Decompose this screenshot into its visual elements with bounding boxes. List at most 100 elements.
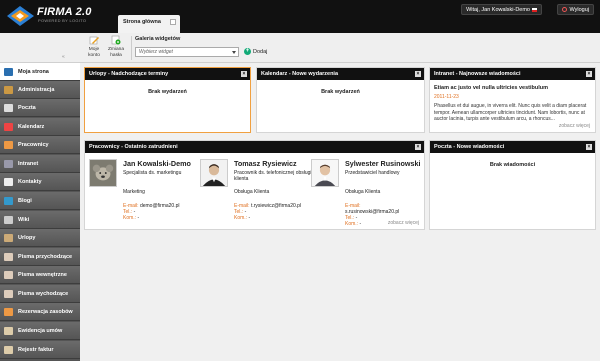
employee-photo[interactable] bbox=[200, 159, 228, 187]
news-excerpt: Phasellus et dui augue, in viverra elit.… bbox=[434, 103, 587, 122]
contacts-icon bbox=[4, 178, 13, 186]
widget-mail: Poczta - Nowe wiadomości × Brak wiadomośc… bbox=[429, 140, 596, 230]
sidebar-item-blogs[interactable]: Blogi bbox=[0, 192, 80, 210]
sidebar-item-incoming-letters[interactable]: Pisma przychodzące bbox=[0, 248, 80, 266]
top-bar: FIRMA 2.0 POWERED BY LOGITO Witaj, Jan K… bbox=[0, 0, 600, 33]
logo[interactable]: FIRMA 2.0 POWERED BY LOGITO bbox=[7, 5, 107, 27]
sidebar-item-administration[interactable]: Administracja bbox=[0, 81, 80, 99]
sidebar-item-contacts[interactable]: Kontakty bbox=[0, 173, 80, 191]
sidebar-item-mail[interactable]: Poczta bbox=[0, 99, 80, 117]
widget-intranet: Intranet - Najnowsze wiadomości × Etiam a… bbox=[429, 67, 596, 133]
plus-icon: + bbox=[244, 48, 251, 56]
people-icon bbox=[4, 141, 13, 149]
home-icon bbox=[4, 68, 13, 76]
internal-icon bbox=[4, 271, 13, 279]
sidebar-item-resource-booking[interactable]: Rezerwacja zasobów bbox=[0, 303, 80, 321]
sidebar: Moja strona Administracja Poczta Kalenda… bbox=[0, 63, 80, 361]
tab-close-icon[interactable] bbox=[170, 19, 176, 25]
user-greeting-button[interactable]: Witaj, Jan Kowalski-Demo bbox=[461, 4, 542, 15]
empty-message: Brak wydarzeń bbox=[321, 89, 360, 95]
employee-email[interactable]: demo@firma20.pl bbox=[140, 203, 180, 209]
power-icon bbox=[562, 7, 568, 13]
close-icon[interactable]: × bbox=[586, 71, 592, 77]
pencil-icon bbox=[89, 36, 99, 45]
news-title[interactable]: Etiam ac justo vel nulla ultricies vesti… bbox=[434, 85, 591, 91]
tab-label: Strona główna bbox=[123, 19, 161, 25]
wiki-icon bbox=[4, 216, 13, 224]
toolbar: « Moje konto Zmiana hasła Galeria widget… bbox=[0, 33, 600, 63]
sidebar-item-invoices[interactable]: Rejestr faktur bbox=[0, 341, 80, 359]
contracts-icon bbox=[4, 327, 13, 335]
employee-department: Obsługa Klienta bbox=[345, 189, 381, 195]
employee-position: Przedstawiciel handlowy bbox=[345, 170, 400, 176]
employee-card: Sylwester Rusinowski Przedstawiciel hand… bbox=[311, 159, 421, 249]
add-widget-button[interactable]: + Dodaj bbox=[244, 47, 267, 57]
invoices-icon bbox=[4, 346, 13, 354]
widget-title: Poczta - Nowe wiadomości bbox=[434, 144, 505, 150]
employee-card: Tomasz Rysiewicz Pracownik ds. telefonic… bbox=[200, 159, 312, 249]
sidebar-item-wiki[interactable]: Wiki bbox=[0, 211, 80, 229]
incoming-icon bbox=[4, 253, 13, 261]
widget-gallery-title: Galeria widgetów bbox=[135, 36, 181, 42]
sidebar-item-my-page[interactable]: Moja strona bbox=[0, 63, 80, 81]
calendar-icon bbox=[4, 123, 13, 131]
mail-icon bbox=[4, 104, 13, 112]
employee-photo[interactable] bbox=[89, 159, 117, 187]
widget-title: Kalendarz - Nowe wydarzenia bbox=[261, 71, 339, 77]
widget-header[interactable]: Urlopy - Nadchodzące terminy × bbox=[85, 68, 250, 80]
employee-department: Obsługa Klienta bbox=[234, 189, 270, 195]
employee-name[interactable]: Jan Kowalski-Demo bbox=[123, 159, 191, 168]
widget-calendar: Kalendarz - Nowe wydarzenia × Brak wydarz… bbox=[256, 67, 425, 133]
widget-header[interactable]: Kalendarz - Nowe wydarzenia × bbox=[257, 68, 424, 80]
employee-photo[interactable] bbox=[311, 159, 339, 187]
sidebar-item-contracts[interactable]: Ewidencja umów bbox=[0, 322, 80, 340]
close-icon[interactable]: × bbox=[241, 71, 247, 77]
employee-name[interactable]: Tomasz Rysiewicz bbox=[234, 159, 297, 168]
my-account-button[interactable]: Moje konto bbox=[84, 35, 104, 61]
logo-text: FIRMA 2.0 bbox=[37, 6, 92, 18]
employee-email[interactable]: s.rusinowski@firma20.pl bbox=[345, 209, 399, 215]
admin-icon bbox=[4, 86, 13, 94]
sidebar-item-internal-letters[interactable]: Pisma wewnętrzne bbox=[0, 266, 80, 284]
intranet-icon bbox=[4, 160, 13, 168]
sidebar-item-vacations[interactable]: Urlopy bbox=[0, 229, 80, 247]
sidebar-item-outgoing-letters[interactable]: Pisma wychodzące bbox=[0, 285, 80, 303]
outgoing-icon bbox=[4, 290, 13, 298]
tab-home[interactable]: Strona główna bbox=[118, 15, 180, 33]
blog-icon bbox=[4, 197, 13, 205]
employee-position: Pracownik ds. telefonicznej obsługi klie… bbox=[234, 170, 312, 182]
widget-title: Pracownicy - Ostatnio zatrudnieni bbox=[89, 144, 178, 150]
see-more-link[interactable]: zobacz więcej bbox=[388, 220, 419, 226]
see-more-link[interactable]: zobacz więcej bbox=[559, 123, 590, 129]
password-icon bbox=[111, 35, 121, 45]
user-greeting: Witaj, Jan Kowalski-Demo bbox=[466, 7, 530, 13]
widget-employees: Pracownicy - Ostatnio zatrudnieni × Jan K… bbox=[84, 140, 425, 230]
widget-header[interactable]: Pracownicy - Ostatnio zatrudnieni × bbox=[85, 141, 424, 153]
employee-email[interactable]: t.rysiewicz@firma20.pl bbox=[251, 203, 301, 209]
news-date: 2011-11-23 bbox=[434, 94, 459, 100]
widget-header[interactable]: Poczta - Nowe wiadomości × bbox=[430, 141, 595, 153]
employee-contact: E-mail: demo@firma20.pl Tel.: - Kom.: - bbox=[123, 203, 180, 221]
close-icon[interactable]: × bbox=[415, 144, 421, 150]
change-password-button[interactable]: Zmiana hasła bbox=[106, 35, 126, 61]
logo-mark-icon bbox=[7, 6, 34, 26]
logout-button[interactable]: Wyloguj bbox=[557, 4, 594, 15]
widget-select[interactable]: Wybierz widget bbox=[135, 47, 239, 57]
empty-message: Brak wiadomości bbox=[489, 162, 536, 168]
employee-position: Specjalista ds. marketingu bbox=[123, 170, 182, 176]
widget-select-value: Wybierz widget bbox=[139, 49, 173, 55]
collapse-sidebar-button[interactable]: « bbox=[62, 54, 65, 60]
employee-name[interactable]: Sylwester Rusinowski bbox=[345, 159, 421, 168]
sidebar-item-calendar[interactable]: Kalendarz bbox=[0, 118, 80, 136]
widget-title: Intranet - Najnowsze wiadomości bbox=[434, 71, 521, 77]
widget-header[interactable]: Intranet - Najnowsze wiadomości × bbox=[430, 68, 595, 80]
logout-label: Wyloguj bbox=[569, 7, 589, 13]
employee-card: Jan Kowalski-Demo Specjalista ds. market… bbox=[89, 159, 199, 249]
close-icon[interactable]: × bbox=[586, 144, 592, 150]
sidebar-item-intranet[interactable]: Intranet bbox=[0, 155, 80, 173]
chevron-down-icon bbox=[232, 51, 236, 54]
widget-vacations: Urlopy - Nadchodzące terminy × Brak wydar… bbox=[84, 67, 251, 133]
close-icon[interactable]: × bbox=[415, 71, 421, 77]
widget-title: Urlopy - Nadchodzące terminy bbox=[89, 71, 169, 77]
sidebar-item-employees[interactable]: Pracownicy bbox=[0, 136, 80, 154]
